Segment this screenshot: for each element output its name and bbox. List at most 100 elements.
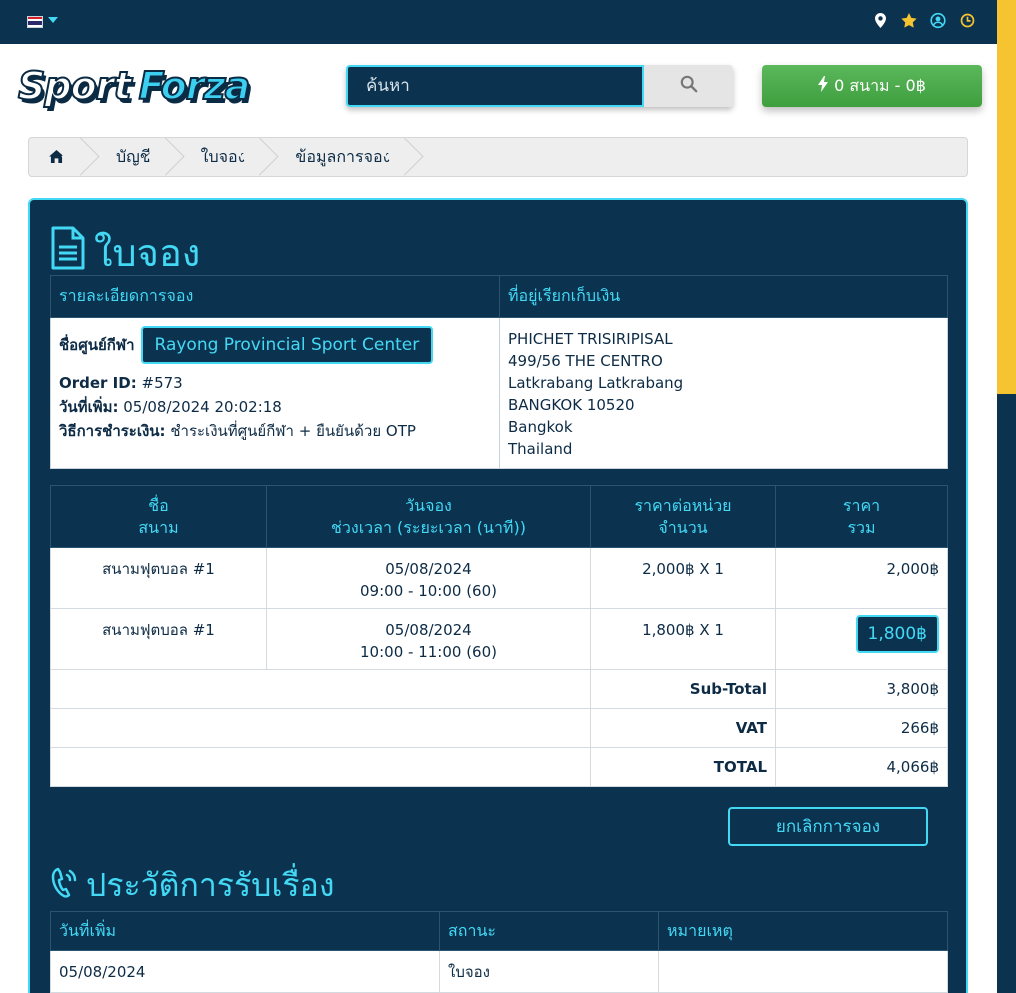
billing-header: ที่อยู่เรียกเก็บเงิน <box>499 275 948 318</box>
search-bar <box>346 65 733 107</box>
order-id: #573 <box>141 374 183 392</box>
history-date: 05/08/2024 <box>50 950 440 993</box>
col-total-line2: รวม <box>847 517 876 537</box>
table-row: สนามฟุตบอล #1 05/08/2024 09:00 - 10:00 (6… <box>50 547 948 609</box>
logo-word-sport: Sport <box>17 63 133 109</box>
history-date-header: วันที่เพิ่ม <box>50 911 440 951</box>
vat-value: 266฿ <box>775 708 948 748</box>
col-total-header: ราคา รวม <box>775 485 948 548</box>
empty-cell <box>50 747 591 787</box>
vat-label: VAT <box>590 708 776 748</box>
col-date-line2: ช่วงเวลา (ระยะเวลา (นาที)) <box>331 517 526 537</box>
scrollbar-thumb[interactable] <box>997 0 1016 394</box>
booking-details-cell: ชื่อศูนย์กีฬา Rayong Provincial Sport Ce… <box>50 317 500 469</box>
breadcrumb-account[interactable]: บัญชี <box>88 138 173 176</box>
address-line: Bangkok <box>508 418 573 436</box>
star-icon[interactable] <box>901 11 917 29</box>
details-header: รายละเอียดการจอง <box>50 275 500 318</box>
item-name: สนามฟุตบอล #1 <box>50 608 267 670</box>
col-name-line2: สนาม <box>138 517 179 537</box>
col-unit-line1: ราคาต่อหน่วย <box>634 495 732 515</box>
booking-items-table: ชื่อ สนาม วันจอง ช่วงเวลา (ระยะเวลา (นาที)… <box>50 485 948 787</box>
empty-cell <box>50 669 591 709</box>
col-unit-header: ราคาต่อหน่วย จำนวน <box>590 485 776 548</box>
history-note-header: หมายเหตุ <box>658 911 948 951</box>
history-status-header: สถานะ <box>439 911 659 951</box>
breadcrumb: บัญชี ใบจอง ข้อมูลการจอง <box>28 137 968 177</box>
logo-word-forza: Forza <box>138 63 252 109</box>
subtotal-value: 3,800฿ <box>775 669 948 709</box>
item-name: สนามฟุตบอล #1 <box>50 547 267 609</box>
address-line: Thailand <box>508 440 573 458</box>
booking-info-table: รายละเอียดการจอง ที่อยู่เรียกเก็บเงิน ชื… <box>50 275 948 469</box>
cancel-booking-button[interactable]: ยกเลิกการจอง <box>728 807 928 846</box>
subtotal-row: Sub-Total 3,800฿ <box>50 669 948 709</box>
history-title-text: ประวัติการรับเรื่อง <box>86 866 335 904</box>
date-added-value: 05/08/2024 20:02:18 <box>123 398 282 416</box>
address-line: 499/56 THE CENTRO <box>508 352 663 370</box>
vat-row: VAT 266฿ <box>50 708 948 748</box>
language-caret-icon[interactable] <box>48 17 58 23</box>
home-icon <box>49 148 64 167</box>
total-value: 4,066฿ <box>775 747 948 787</box>
order-label: Order ID: <box>59 374 137 392</box>
address-line: BANGKOK 10520 <box>508 396 635 414</box>
item-total-cell: 1,800฿ <box>775 608 948 670</box>
col-name-header: ชื่อ สนาม <box>50 485 267 548</box>
subtotal-label: Sub-Total <box>590 669 776 709</box>
user-circle-icon[interactable] <box>930 11 946 29</box>
breadcrumb-booking-info-label: ข้อมูลการจอง <box>295 146 391 166</box>
item-unit-price: 2,000฿ X 1 <box>590 547 776 609</box>
history-note <box>658 950 948 993</box>
empty-cell <box>50 708 591 748</box>
col-name-line1: ชื่อ <box>148 495 169 515</box>
booking-panel: ใบจอง รายละเอียดการจอง ที่อยู่เรียกเก็บเ… <box>28 198 968 993</box>
clock-icon[interactable] <box>959 11 975 29</box>
item-total: 2,000฿ <box>775 547 948 609</box>
page-title: ใบจอง <box>50 222 200 283</box>
billing-address-cell: PHICHET TRISIRIPISAL 499/56 THE CENTRO L… <box>499 317 948 469</box>
search-icon <box>680 75 698 97</box>
search-button[interactable] <box>644 65 733 107</box>
breadcrumb-booking-info[interactable]: ข้อมูลการจอง <box>267 138 412 176</box>
payment-method-value: ชำระเงินที่ศูนย์กีฬา + ยืนยันด้วย OTP <box>170 422 416 440</box>
address-line: Latkrabang Latkrabang <box>508 374 684 392</box>
center-label: ชื่อศูนย์กีฬา <box>59 336 135 354</box>
page-title-text: ใบจอง <box>94 231 201 275</box>
cart-button[interactable]: 0 สนาม - 0฿ <box>762 65 982 107</box>
breadcrumb-bookings-label: ใบจอง <box>200 146 246 166</box>
history-status: ใบจอง <box>439 950 659 993</box>
breadcrumb-account-label: บัญชี <box>116 146 151 166</box>
col-date-header: วันจอง ช่วงเวลา (ระยะเวลา (นาที)) <box>266 485 591 548</box>
item-total-badge[interactable]: 1,800฿ <box>855 615 939 653</box>
top-bar <box>0 0 997 44</box>
item-date: 05/08/2024 <box>385 560 472 578</box>
item-time: 10:00 - 11:00 (60) <box>360 643 497 661</box>
history-title: ประวัติการรับเรื่อง <box>50 860 334 911</box>
center-name-badge[interactable]: Rayong Provincial Sport Center <box>140 326 434 364</box>
item-date: 05/08/2024 <box>385 621 472 639</box>
payment-method-label: วิธีการชำระเงิน: <box>59 422 166 440</box>
breadcrumb-bookings[interactable]: ใบจอง <box>173 138 268 176</box>
col-date-line1: วันจอง <box>405 495 452 515</box>
breadcrumb-home[interactable] <box>29 138 88 176</box>
date-added-label: วันที่เพิ่ม: <box>59 398 119 416</box>
col-unit-line2: จำนวน <box>658 517 708 537</box>
table-row: สนามฟุตบอล #1 05/08/2024 10:00 - 11:00 (6… <box>50 608 948 670</box>
item-date-time: 05/08/2024 10:00 - 11:00 (60) <box>266 608 591 670</box>
map-marker-icon[interactable] <box>872 11 888 29</box>
site-logo[interactable]: Sport Forza <box>17 62 251 112</box>
search-input[interactable] <box>346 65 644 107</box>
document-icon <box>50 226 86 279</box>
address-line: PHICHET TRISIRIPISAL <box>508 330 673 348</box>
table-row: 05/08/2024 ใบจอง <box>50 950 948 993</box>
thai-flag-icon[interactable] <box>27 16 43 28</box>
col-total-line1: ราคา <box>842 495 881 515</box>
bolt-icon <box>818 76 829 96</box>
item-unit-price: 1,800฿ X 1 <box>590 608 776 670</box>
phone-volume-icon <box>50 866 78 906</box>
item-date-time: 05/08/2024 09:00 - 10:00 (60) <box>266 547 591 609</box>
history-table: วันที่เพิ่ม สถานะ หมายเหตุ 05/08/2024 ใบ… <box>50 911 948 993</box>
total-row: TOTAL 4,066฿ <box>50 747 948 787</box>
total-label: TOTAL <box>590 747 776 787</box>
